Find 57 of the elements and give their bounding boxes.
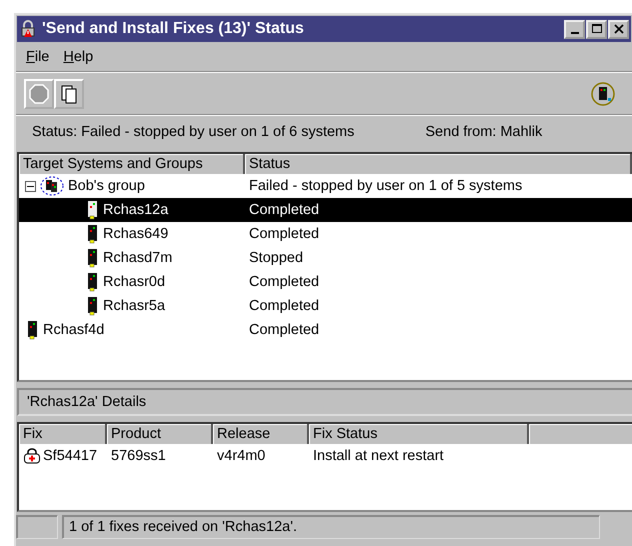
fix-icon <box>23 448 41 464</box>
server-icon <box>85 296 99 316</box>
server-icon <box>85 224 99 244</box>
send-from-text: Send from: Mahlik <box>425 124 542 140</box>
column-header[interactable]: Product <box>107 424 213 444</box>
table-cell: v4r4m0 <box>217 448 266 464</box>
status-text: Completed <box>248 226 320 242</box>
tree-row[interactable]: Rchas649 Completed <box>19 222 632 246</box>
status-text: Completed <box>248 298 320 314</box>
collapse-icon[interactable] <box>25 180 36 192</box>
status-text: Completed <box>248 274 320 290</box>
tree-row[interactable]: Rchasr5a Completed <box>19 294 632 318</box>
column-header[interactable]: Target Systems and Groups <box>19 154 245 174</box>
system-name: Rchasd7m <box>103 250 172 266</box>
group-icon <box>40 176 64 196</box>
system-name: Rchasf4d <box>43 322 104 338</box>
maximize-icon <box>592 24 602 34</box>
details-title: 'Rchas12a' Details <box>17 388 632 416</box>
column-header[interactable]: Fix Status <box>309 424 529 444</box>
close-button[interactable] <box>608 20 629 38</box>
system-name: Rchas649 <box>103 226 168 242</box>
column-header[interactable]: Fix <box>19 424 107 444</box>
tree-row[interactable]: Rchasd7m Stopped <box>19 246 632 270</box>
copy-button[interactable] <box>54 79 84 109</box>
server-icon <box>85 248 99 268</box>
lock-warning-icon <box>19 20 37 38</box>
status-text: Completed <box>248 322 320 338</box>
column-header[interactable]: Status <box>245 154 632 174</box>
server-icon <box>85 200 99 220</box>
table-cell: Sf54417 <box>43 448 98 464</box>
status-bar-text: 1 of 1 fixes received on 'Rchas12a'. <box>62 515 600 539</box>
window-title: 'Send and Install Fixes (13)' Status <box>42 20 304 38</box>
column-header[interactable]: Release <box>213 424 309 444</box>
menu-item[interactable]: Help <box>59 47 98 67</box>
maximize-button[interactable] <box>586 20 607 38</box>
minimize-button[interactable] <box>564 20 585 38</box>
system-name: Bob's group <box>68 178 145 194</box>
server-icon <box>85 272 99 292</box>
status-text: Completed <box>248 202 320 218</box>
server-icon <box>25 320 39 340</box>
table-cell: Install at next restart <box>313 448 444 464</box>
table-cell: 5769ss1 <box>111 448 166 464</box>
tree-row[interactable]: Bob's group Failed - stopped by user on 1 of 5 systems <box>19 174 632 198</box>
tree-row[interactable]: Rchasf4d Completed <box>19 318 632 342</box>
status-text: Status: Failed - stopped by user on 1 of 6 systems <box>32 124 354 140</box>
octagon-icon <box>28 83 50 105</box>
status-text: Failed - stopped by user on 1 of 5 systems <box>248 178 522 194</box>
tree-row[interactable]: Rchas12a Completed <box>19 198 632 222</box>
system-name: Rchas12a <box>103 202 168 218</box>
close-icon <box>614 24 624 34</box>
system-name: Rchasr0d <box>103 274 166 290</box>
tree-row[interactable]: Rchasr0d Completed <box>19 270 632 294</box>
minimize-icon <box>570 32 578 34</box>
server-icon <box>590 81 616 107</box>
status-text: Stopped <box>248 250 304 266</box>
system-name: Rchasr5a <box>103 298 166 314</box>
menu-item[interactable]: File <box>22 47 54 67</box>
